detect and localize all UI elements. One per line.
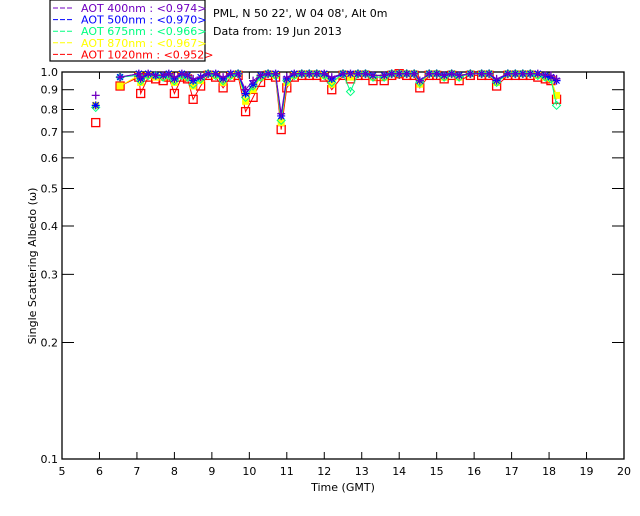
data-point [91, 101, 100, 110]
x-tick-label: 7 [133, 465, 140, 478]
y-tick-label: 0.9 [41, 84, 59, 97]
x-tick-label: 20 [617, 465, 631, 478]
x-axis-label: Time (GMT) [310, 481, 375, 494]
x-tick-label: 13 [355, 465, 369, 478]
x-tick-label: 5 [59, 465, 66, 478]
y-tick-label: 0.1 [41, 453, 59, 466]
x-tick-label: 6 [96, 465, 103, 478]
x-tick-label: 16 [467, 465, 481, 478]
x-tick-label: 15 [430, 465, 444, 478]
x-tick-label: 9 [208, 465, 215, 478]
y-tick-label: 0.6 [41, 152, 59, 165]
y-tick-label: 0.4 [41, 220, 59, 233]
x-tick-label: 18 [542, 465, 556, 478]
x-tick-label: 17 [505, 465, 519, 478]
data-point [116, 82, 124, 90]
x-tick-label: 19 [580, 465, 594, 478]
legend-entry: AOT 1020nm : <0.952> [81, 48, 214, 61]
legend: AOT 400nm : <0.974>AOT 500nm : <0.970>AO… [49, 0, 214, 62]
x-tick-label: 8 [171, 465, 178, 478]
y-tick-label: 0.8 [41, 104, 59, 117]
ssa-chart: AOT 400nm : <0.974>AOT 500nm : <0.970>AO… [0, 0, 640, 512]
x-tick-label: 10 [242, 465, 256, 478]
y-tick-label: 0.7 [41, 126, 59, 139]
y-axis-label: Single Scattering Albedo (ω) [26, 188, 39, 345]
x-tick-label: 11 [280, 465, 294, 478]
y-tick-label: 0.5 [41, 182, 59, 195]
y-tick-label: 0.3 [41, 268, 59, 281]
x-tick-label: 14 [392, 465, 406, 478]
y-tick-label: 0.2 [41, 337, 59, 350]
x-tick-label: 12 [317, 465, 331, 478]
date-label: Data from: 19 Jun 2013 [213, 25, 342, 38]
location-label: PML, N 50 22', W 04 08', Alt 0m [213, 7, 387, 20]
y-tick-label: 1.0 [41, 66, 59, 79]
